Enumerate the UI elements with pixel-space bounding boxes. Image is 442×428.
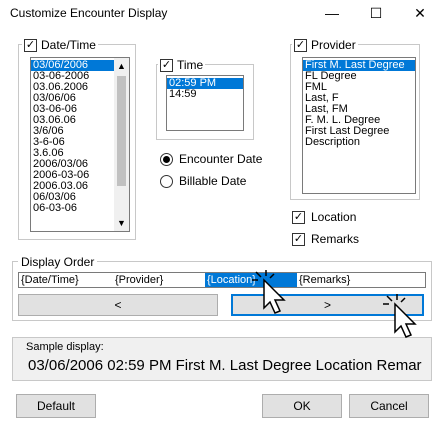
time-checkbox[interactable]: ✓ (160, 58, 173, 72)
display-order-list[interactable]: {Date/Time} {Provider} {Location} {Remar… (18, 272, 426, 288)
date-time-toggle[interactable]: ✓ Date/Time (22, 38, 98, 52)
date-format-item[interactable]: 06-03-06 (31, 203, 115, 214)
move-left-button[interactable]: < (18, 294, 218, 316)
location-toggle[interactable]: ✓ Location (292, 210, 356, 224)
window-title: Customize Encounter Display (10, 6, 168, 20)
encounter-date-radio[interactable] (160, 152, 173, 166)
sample-display-label: Sample display: (26, 341, 104, 353)
date-time-label: Date/Time (41, 38, 96, 52)
scroll-down-icon[interactable]: ▼ (117, 218, 126, 228)
close-button[interactable]: ✕ (398, 0, 442, 26)
scroll-up-icon[interactable]: ▲ (117, 61, 126, 71)
date-time-checkbox[interactable]: ✓ (24, 38, 37, 52)
billable-date-label: Billable Date (179, 174, 247, 188)
pointer-cursor-icon (383, 294, 417, 338)
provider-label: Provider (311, 38, 356, 52)
provider-format-list[interactable]: First M. Last Degree FL Degree FML Last, FL… (302, 57, 416, 194)
time-format-list[interactable]: 02:59 PM 14:59 (166, 75, 244, 131)
billable-date-radio[interactable] (160, 174, 173, 188)
billable-date-option[interactable]: Billable Date (160, 174, 246, 188)
location-label: Location (311, 210, 357, 224)
order-item-date-time[interactable]: {Date/Time} (21, 274, 79, 286)
sample-display-text: 03/06/2006 02:59 PM First M. Last Degree… (28, 357, 422, 374)
maximize-button[interactable]: ☐ (354, 0, 398, 26)
ok-button[interactable]: OK (262, 394, 342, 418)
display-order-label: Display Order (18, 255, 98, 269)
order-item-remarks[interactable]: {Remarks} (299, 274, 350, 286)
pointer-cursor-icon (252, 270, 286, 314)
location-checkbox[interactable]: ✓ (292, 210, 305, 224)
provider-toggle[interactable]: ✓ Provider (292, 38, 358, 52)
order-item-provider[interactable]: {Provider} (115, 274, 163, 286)
provider-format-item[interactable]: Description (303, 137, 415, 148)
time-toggle[interactable]: ✓ Time (158, 58, 206, 72)
remarks-label: Remarks (311, 232, 360, 246)
date-list-scrollbar[interactable]: ▲ ▼ (114, 58, 129, 231)
minimize-button[interactable]: — (310, 0, 354, 26)
remarks-checkbox[interactable]: ✓ (292, 232, 305, 246)
date-format-list[interactable]: 03/06/2006 03-06-2006 03.06.2006 03/06/06 03… (30, 57, 130, 232)
provider-checkbox[interactable]: ✓ (294, 38, 307, 52)
encounter-date-label: Encounter Date (179, 152, 263, 166)
time-format-item[interactable]: 14:59 (167, 89, 243, 100)
time-label: Time (177, 58, 204, 72)
remarks-toggle[interactable]: ✓ Remarks (292, 232, 359, 246)
default-button[interactable]: Default (16, 394, 96, 418)
scroll-thumb[interactable] (117, 76, 126, 186)
cancel-button[interactable]: Cancel (349, 394, 429, 418)
encounter-date-option[interactable]: Encounter Date (160, 152, 262, 166)
